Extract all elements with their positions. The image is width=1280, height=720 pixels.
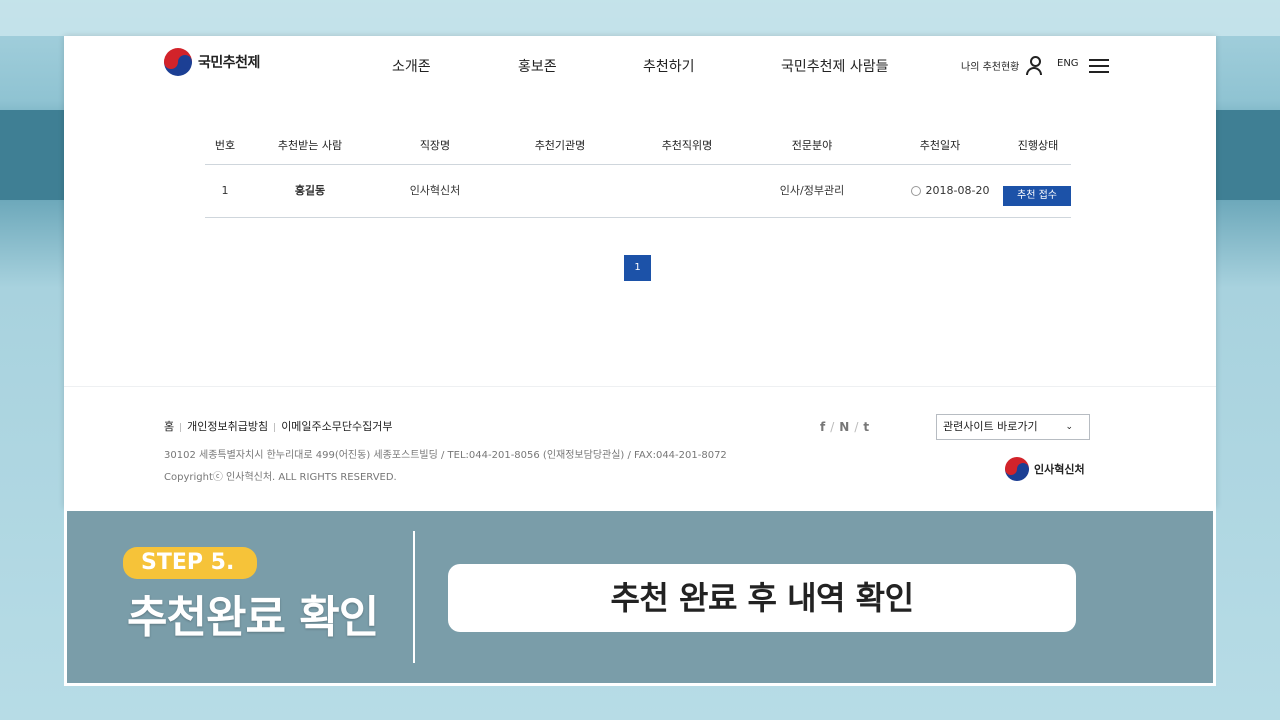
browser-screen: 국민추천제 소개존 홍보존 추천하기 국민추천제 사람들 나의 추천현황 ENG… xyxy=(64,36,1216,508)
footer-address: 30102 세종특별자치시 한누리대로 499(어진동) 세종포스트빌딩 / T… xyxy=(164,450,727,461)
cell-date: 2018-08-20 xyxy=(895,165,1005,217)
step-title: 추천완료 확인 xyxy=(127,592,379,643)
org-logo-text: 인사혁신처 xyxy=(1034,463,1085,476)
user-icon[interactable] xyxy=(1026,56,1042,75)
footer-link-privacy[interactable]: 개인정보취급방침 xyxy=(187,420,268,433)
col-position: 추천직위명 xyxy=(661,139,713,152)
step-badge: STEP 5. xyxy=(123,547,257,579)
cell-date-text: 2018-08-20 xyxy=(925,184,990,197)
lang-eng-link[interactable]: ENG xyxy=(1057,58,1079,69)
naver-icon[interactable]: N xyxy=(839,420,849,434)
cell-workplace: 인사혁신처 xyxy=(409,184,461,197)
facebook-icon[interactable]: f xyxy=(820,420,825,434)
twitter-icon[interactable]: t xyxy=(863,420,869,434)
separator: | xyxy=(273,423,277,433)
my-recommend-status-link[interactable]: 나의 추천현황 xyxy=(961,58,1019,73)
background-band-right xyxy=(1216,110,1280,200)
social-links: f / N / t xyxy=(820,420,870,434)
col-org: 추천기관명 xyxy=(534,139,586,152)
col-status: 진행상태 xyxy=(1017,139,1059,152)
footer-links: 홈 | 개인정보취급방침 | 이메일주소무단수집거부 xyxy=(164,418,393,434)
step-caption: 추천 완료 후 내역 확인 xyxy=(448,564,1076,632)
footer-divider xyxy=(64,386,1216,387)
table-header: 번호 추천받는 사람 직장명 추천기관명 추천직위명 전문분야 추천일자 진행상… xyxy=(205,128,1071,165)
logo-text: 국민추천제 xyxy=(198,55,260,71)
pagination-page-1[interactable]: 1 xyxy=(624,255,651,281)
org-logo[interactable]: 인사혁신처 xyxy=(1005,457,1085,481)
col-name: 추천받는 사람 xyxy=(277,139,343,152)
nav-promo[interactable]: 홍보존 xyxy=(518,56,557,76)
related-sites-label: 관련사이트 바로가기 xyxy=(943,420,1038,433)
background-band-left xyxy=(0,110,64,200)
footer-copyright: Copyrightⓒ 인사혁신처. ALL RIGHTS RESERVED. xyxy=(164,472,397,483)
col-workplace: 직장명 xyxy=(419,139,451,152)
cell-field: 인사/정부관리 xyxy=(779,184,845,197)
footer-link-home[interactable]: 홈 xyxy=(164,420,174,433)
nav-recommend[interactable]: 추천하기 xyxy=(643,56,695,76)
col-date: 추천일자 xyxy=(919,139,961,152)
related-sites-select[interactable]: 관련사이트 바로가기 ⌄ xyxy=(936,414,1090,440)
clock-icon xyxy=(910,186,921,196)
nav-people[interactable]: 국민추천제 사람들 xyxy=(781,56,889,76)
nav-intro[interactable]: 소개존 xyxy=(392,56,431,76)
table-row[interactable]: 1 홍길동 인사혁신처 인사/정부관리 2018-08-20 xyxy=(205,165,1071,218)
cell-no: 1 xyxy=(221,184,229,197)
cell-name: 홍길동 xyxy=(294,184,326,197)
taegeuk-icon xyxy=(164,48,192,76)
background-top xyxy=(0,0,1280,36)
taegeuk-icon xyxy=(1005,457,1029,481)
separator: | xyxy=(179,423,183,433)
chevron-down-icon: ⌄ xyxy=(1065,422,1073,432)
recommend-table: 번호 추천받는 사람 직장명 추천기관명 추천직위명 전문분야 추천일자 진행상… xyxy=(205,128,1071,218)
footer-link-email-policy[interactable]: 이메일주소무단수집거부 xyxy=(281,420,392,433)
hamburger-menu-icon[interactable] xyxy=(1089,59,1109,73)
step-banner: STEP 5. 추천완료 확인 추천 완료 후 내역 확인 xyxy=(64,508,1216,686)
status-badge[interactable]: 추천 접수 xyxy=(1003,186,1071,206)
col-no: 번호 xyxy=(214,139,236,152)
site-logo[interactable]: 국민추천제 xyxy=(164,48,260,76)
banner-divider xyxy=(413,531,415,663)
col-field: 전문분야 xyxy=(791,139,833,152)
